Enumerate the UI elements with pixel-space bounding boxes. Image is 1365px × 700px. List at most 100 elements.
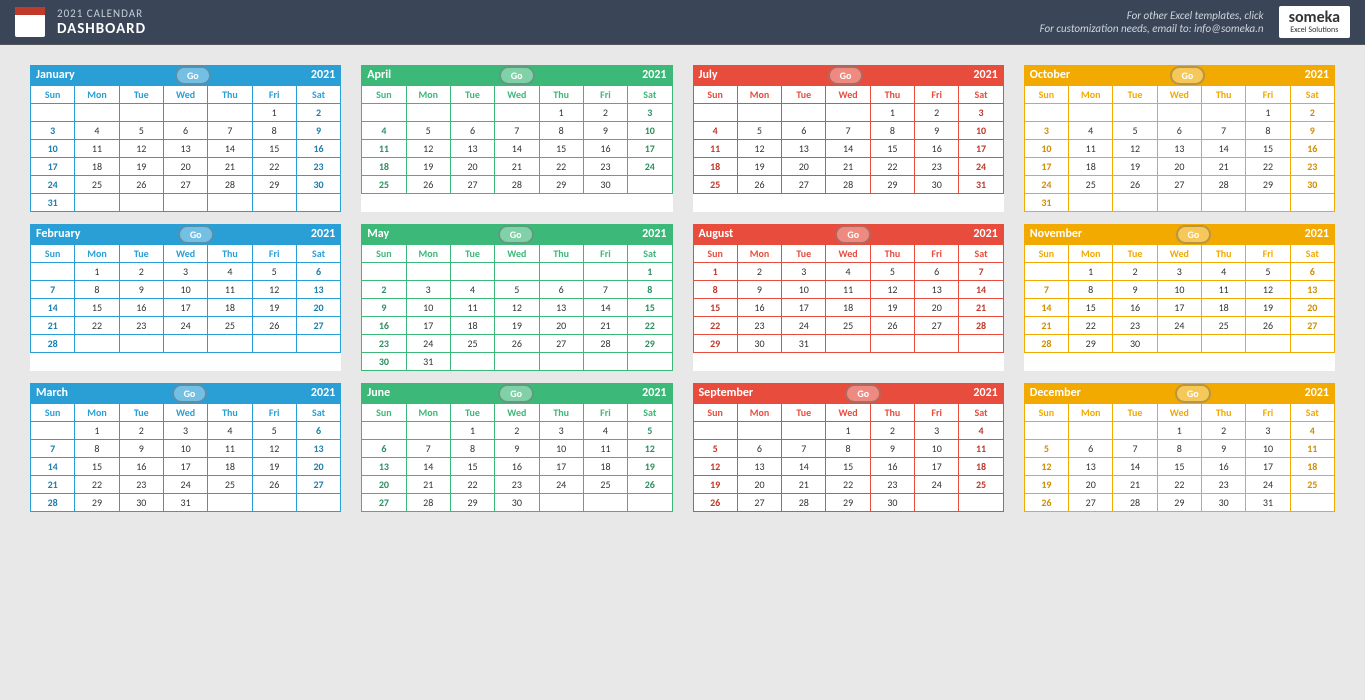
day-cell[interactable] bbox=[1290, 194, 1334, 212]
day-cell[interactable] bbox=[495, 104, 539, 122]
day-cell[interactable]: 16 bbox=[737, 299, 781, 317]
day-cell[interactable]: 4 bbox=[450, 281, 494, 299]
day-cell[interactable]: 24 bbox=[163, 317, 207, 335]
day-cell[interactable]: 24 bbox=[1246, 476, 1290, 494]
day-cell[interactable]: 5 bbox=[737, 122, 781, 140]
day-cell[interactable]: 25 bbox=[75, 176, 119, 194]
day-cell[interactable]: 3 bbox=[163, 263, 207, 281]
day-cell[interactable]: 29 bbox=[1246, 176, 1290, 194]
day-cell[interactable]: 25 bbox=[208, 317, 252, 335]
day-cell[interactable] bbox=[1113, 194, 1157, 212]
day-cell[interactable]: 19 bbox=[870, 299, 914, 317]
day-cell[interactable]: 1 bbox=[539, 104, 583, 122]
day-cell[interactable]: 19 bbox=[495, 317, 539, 335]
day-cell[interactable]: 6 bbox=[737, 440, 781, 458]
day-cell[interactable]: 25 bbox=[1202, 317, 1246, 335]
day-cell[interactable]: 1 bbox=[1157, 422, 1201, 440]
day-cell[interactable]: 6 bbox=[1290, 263, 1334, 281]
day-cell[interactable]: 7 bbox=[583, 281, 627, 299]
day-cell[interactable]: 6 bbox=[362, 440, 406, 458]
day-cell[interactable]: 21 bbox=[31, 476, 75, 494]
day-cell[interactable] bbox=[119, 335, 163, 353]
day-cell[interactable]: 28 bbox=[31, 335, 75, 353]
day-cell[interactable]: 29 bbox=[1069, 335, 1113, 353]
day-cell[interactable]: 12 bbox=[737, 140, 781, 158]
day-cell[interactable]: 12 bbox=[1024, 458, 1068, 476]
day-cell[interactable]: 2 bbox=[362, 281, 406, 299]
day-cell[interactable]: 7 bbox=[1113, 440, 1157, 458]
day-cell[interactable]: 3 bbox=[1246, 422, 1290, 440]
day-cell[interactable]: 25 bbox=[362, 176, 406, 194]
day-cell[interactable]: 1 bbox=[870, 104, 914, 122]
day-cell[interactable]: 30 bbox=[1113, 335, 1157, 353]
day-cell[interactable]: 23 bbox=[583, 158, 627, 176]
day-cell[interactable]: 26 bbox=[628, 476, 672, 494]
day-cell[interactable]: 23 bbox=[1290, 158, 1334, 176]
day-cell[interactable]: 13 bbox=[915, 281, 959, 299]
day-cell[interactable]: 29 bbox=[693, 335, 737, 353]
day-cell[interactable] bbox=[406, 422, 450, 440]
day-cell[interactable]: 1 bbox=[252, 104, 296, 122]
go-button[interactable]: Go bbox=[835, 225, 871, 244]
day-cell[interactable]: 8 bbox=[693, 281, 737, 299]
day-cell[interactable]: 4 bbox=[693, 122, 737, 140]
day-cell[interactable]: 2 bbox=[915, 104, 959, 122]
day-cell[interactable]: 16 bbox=[583, 140, 627, 158]
day-cell[interactable]: 22 bbox=[870, 158, 914, 176]
day-cell[interactable]: 26 bbox=[252, 317, 296, 335]
day-cell[interactable]: 28 bbox=[1024, 335, 1068, 353]
day-cell[interactable] bbox=[1157, 194, 1201, 212]
day-cell[interactable]: 9 bbox=[1202, 440, 1246, 458]
day-cell[interactable]: 3 bbox=[163, 422, 207, 440]
day-cell[interactable]: 31 bbox=[163, 494, 207, 512]
day-cell[interactable]: 16 bbox=[296, 140, 340, 158]
day-cell[interactable]: 24 bbox=[1157, 317, 1201, 335]
day-cell[interactable]: 13 bbox=[163, 140, 207, 158]
day-cell[interactable]: 17 bbox=[628, 140, 672, 158]
day-cell[interactable]: 9 bbox=[737, 281, 781, 299]
day-cell[interactable]: 29 bbox=[628, 335, 672, 353]
day-cell[interactable]: 18 bbox=[208, 458, 252, 476]
day-cell[interactable]: 30 bbox=[119, 494, 163, 512]
day-cell[interactable]: 18 bbox=[959, 458, 1003, 476]
day-cell[interactable] bbox=[782, 422, 826, 440]
day-cell[interactable]: 4 bbox=[826, 263, 870, 281]
day-cell[interactable]: 25 bbox=[208, 476, 252, 494]
day-cell[interactable]: 26 bbox=[737, 176, 781, 194]
day-cell[interactable] bbox=[163, 335, 207, 353]
day-cell[interactable]: 22 bbox=[75, 317, 119, 335]
day-cell[interactable]: 21 bbox=[782, 476, 826, 494]
day-cell[interactable]: 30 bbox=[1290, 176, 1334, 194]
day-cell[interactable]: 30 bbox=[870, 494, 914, 512]
day-cell[interactable] bbox=[450, 263, 494, 281]
day-cell[interactable]: 19 bbox=[1246, 299, 1290, 317]
day-cell[interactable] bbox=[75, 194, 119, 212]
day-cell[interactable]: 31 bbox=[1024, 194, 1068, 212]
day-cell[interactable]: 15 bbox=[75, 299, 119, 317]
day-cell[interactable]: 20 bbox=[737, 476, 781, 494]
day-cell[interactable]: 25 bbox=[693, 176, 737, 194]
day-cell[interactable] bbox=[826, 104, 870, 122]
day-cell[interactable]: 3 bbox=[959, 104, 1003, 122]
day-cell[interactable]: 5 bbox=[628, 422, 672, 440]
day-cell[interactable]: 30 bbox=[362, 353, 406, 371]
day-cell[interactable]: 24 bbox=[1024, 176, 1068, 194]
day-cell[interactable] bbox=[628, 176, 672, 194]
day-cell[interactable]: 6 bbox=[1157, 122, 1201, 140]
day-cell[interactable]: 20 bbox=[1157, 158, 1201, 176]
day-cell[interactable] bbox=[826, 335, 870, 353]
day-cell[interactable] bbox=[450, 104, 494, 122]
day-cell[interactable]: 21 bbox=[1024, 317, 1068, 335]
day-cell[interactable]: 16 bbox=[870, 458, 914, 476]
day-cell[interactable]: 30 bbox=[495, 494, 539, 512]
day-cell[interactable]: 24 bbox=[628, 158, 672, 176]
day-cell[interactable]: 16 bbox=[495, 458, 539, 476]
day-cell[interactable]: 1 bbox=[75, 263, 119, 281]
day-cell[interactable]: 30 bbox=[737, 335, 781, 353]
day-cell[interactable]: 3 bbox=[782, 263, 826, 281]
day-cell[interactable]: 11 bbox=[1069, 140, 1113, 158]
day-cell[interactable]: 18 bbox=[1069, 158, 1113, 176]
day-cell[interactable]: 31 bbox=[1246, 494, 1290, 512]
day-cell[interactable]: 13 bbox=[539, 299, 583, 317]
day-cell[interactable]: 17 bbox=[163, 458, 207, 476]
